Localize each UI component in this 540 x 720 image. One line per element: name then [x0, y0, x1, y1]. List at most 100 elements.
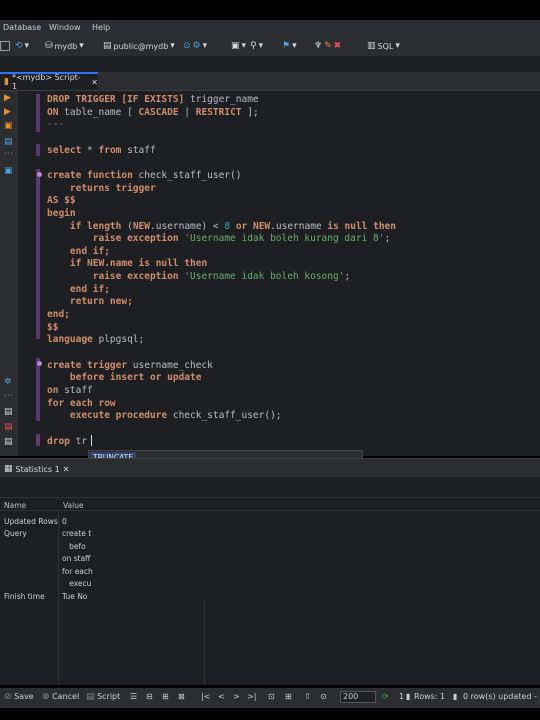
code-line[interactable]: DROP TRIGGER [IF EXISTS] trigger_name	[47, 94, 259, 105]
code-line[interactable]: create trigger username_check	[47, 360, 213, 371]
stat-value: create t	[62, 529, 92, 538]
load-script-icon[interactable]: ▤	[4, 422, 13, 432]
sql-icon: ▥	[367, 41, 376, 51]
save-button[interactable]: ⊘ Save	[4, 692, 34, 702]
code-line[interactable]: end if;	[47, 246, 110, 257]
code-token: RESTRICT	[195, 106, 242, 118]
menu-window[interactable]: Window	[49, 23, 81, 32]
run-script-icon[interactable]: ▶	[4, 107, 11, 117]
explain-plan-icon[interactable]: ▤	[4, 137, 13, 147]
close-icon[interactable]: ✕	[63, 465, 70, 474]
panel-toggle-icon[interactable]	[0, 41, 10, 51]
fetch-all-icon[interactable]: ⊞	[285, 692, 292, 701]
tools-icon[interactable]: ✎	[324, 41, 332, 51]
close-icon[interactable]: ✕	[91, 78, 98, 87]
prev-page-icon[interactable]: <	[218, 692, 225, 701]
code-line[interactable]: return new;	[47, 296, 133, 307]
execute-icon[interactable]: ⊙	[183, 41, 191, 51]
code-token: end if;	[47, 283, 110, 295]
cancel-button[interactable]: ⊗ Cancel	[42, 692, 79, 702]
bookmark-icon[interactable]: ▣	[231, 41, 240, 51]
column-header-value[interactable]: Value	[63, 501, 84, 510]
record-mode-icon[interactable]: ☰	[130, 692, 137, 701]
code-token: execute procedure	[47, 410, 173, 422]
schema-selector[interactable]: ▤ public@mydb ▾	[103, 40, 175, 52]
code-line[interactable]: on staff	[47, 385, 93, 396]
first-page-icon[interactable]: |<	[201, 692, 210, 701]
chevron-down-icon: ▾	[79, 41, 84, 51]
disconnect-icon[interactable]: ✖	[334, 41, 342, 51]
run-statement-icon[interactable]: ▶	[4, 93, 11, 103]
save-script-icon[interactable]: ▤	[4, 437, 13, 447]
next-page-icon[interactable]: >	[233, 692, 240, 701]
code-line[interactable]: if NEW.name is null then	[47, 258, 207, 269]
code-line[interactable]: returns trigger	[47, 183, 156, 194]
code-line[interactable]: drop tr	[47, 436, 87, 447]
new-script-icon[interactable]: ▤	[4, 407, 13, 417]
script-button[interactable]: ▤ Script	[86, 692, 120, 702]
code-line[interactable]: ON table_name [ CASCADE | RESTRICT ];	[47, 107, 259, 118]
code-token: NEW	[252, 220, 271, 232]
refresh-icon[interactable]: ⟳	[382, 692, 389, 701]
code-line[interactable]: select * from staff	[47, 145, 156, 156]
code-line[interactable]: AS $$	[47, 195, 76, 206]
terminal-icon[interactable]: ▣	[4, 166, 13, 176]
code-token: on	[47, 384, 65, 396]
code-line[interactable]: end;	[47, 309, 70, 320]
export-icon[interactable]: ⇧	[304, 692, 311, 701]
panels-icon[interactable]: ⊟	[146, 692, 153, 701]
code-line[interactable]: for each row	[47, 398, 116, 409]
chevron-down-icon[interactable]: ▾	[259, 41, 264, 51]
code-line[interactable]: begin	[47, 208, 76, 219]
tab-statistics-1[interactable]: ▦ Statistics 1 ✕	[0, 461, 69, 477]
stats-tab-label: Statistics 1	[15, 464, 60, 474]
code-line[interactable]: create function check_staff_user()	[47, 170, 241, 181]
code-line[interactable]: language plpgsql;	[47, 334, 144, 345]
code-line[interactable]: execute procedure check_staff_user();	[47, 410, 282, 421]
code-line[interactable]: before insert or update	[47, 372, 202, 383]
code-line[interactable]: if length (NEW.username) < 8 or NEW.user…	[47, 221, 396, 232]
code-line[interactable]: end if;	[47, 284, 110, 295]
chevron-down-icon[interactable]: ▾	[292, 41, 297, 51]
code-token: 'Username idak boleh kurang dari 8'	[184, 233, 385, 245]
sql-editor-button[interactable]: ▥ SQL ▾	[367, 40, 400, 52]
fetch-page-icon[interactable]: ⊡	[268, 692, 275, 701]
code-token: check_staff_user();	[172, 410, 282, 422]
code-line[interactable]: raise exception 'Username idak boleh kur…	[47, 233, 390, 244]
chevron-down-icon[interactable]: ▾	[242, 41, 247, 51]
layout-icon[interactable]: ⊠	[178, 692, 185, 701]
tab-script-1[interactable]: ▮ *<mydb> Script-1 ✕	[0, 72, 98, 91]
menu-database[interactable]: Database	[3, 23, 41, 32]
search-icon[interactable]: ⚲	[250, 41, 257, 51]
chevron-down-icon[interactable]: ▾	[203, 41, 208, 51]
code-line[interactable]: ---	[47, 119, 64, 130]
code-token: NEW	[132, 220, 150, 232]
fetch-size-input[interactable]: 200	[340, 691, 376, 703]
filter-icon[interactable]: ⊙	[320, 692, 327, 701]
chevron-down-icon[interactable]: ▾	[25, 41, 30, 51]
schema-icon: ▤	[103, 41, 112, 51]
explain-icon[interactable]: ⚙	[193, 41, 201, 51]
code-token: .username) <	[150, 220, 225, 232]
transaction-mode-icon[interactable]: ⟲	[15, 41, 23, 51]
last-page-icon[interactable]: >|	[247, 692, 256, 701]
settings-icon[interactable]: ✲	[4, 377, 12, 387]
sql-editor[interactable]: DROP TRIGGER [IF EXISTS] trigger_name ON …	[18, 91, 540, 456]
code-token: *	[81, 144, 99, 156]
grid-icon[interactable]: ⊞	[162, 692, 169, 701]
menu-help[interactable]: Help	[92, 23, 110, 32]
code-line[interactable]: $$	[47, 322, 58, 333]
more-icon[interactable]: ⋯	[4, 391, 13, 401]
pin-icon[interactable]: ♆	[314, 41, 322, 51]
run-new-tab-icon[interactable]: ▣	[4, 121, 13, 131]
schema-name: public@mydb	[113, 41, 169, 51]
database-selector[interactable]: ⛁ mydb ▾	[45, 40, 84, 52]
column-header-name[interactable]: Name	[4, 501, 26, 510]
code-line[interactable]: raise exception 'Username idak boleh kos…	[47, 271, 350, 282]
code-token: drop	[47, 435, 76, 447]
format-icon[interactable]: ⚑	[282, 41, 290, 51]
code-token: language	[47, 334, 99, 346]
script-icon: ▤	[86, 692, 95, 702]
more-icon[interactable]: ⋯	[4, 149, 13, 159]
code-token: tr	[75, 435, 88, 447]
